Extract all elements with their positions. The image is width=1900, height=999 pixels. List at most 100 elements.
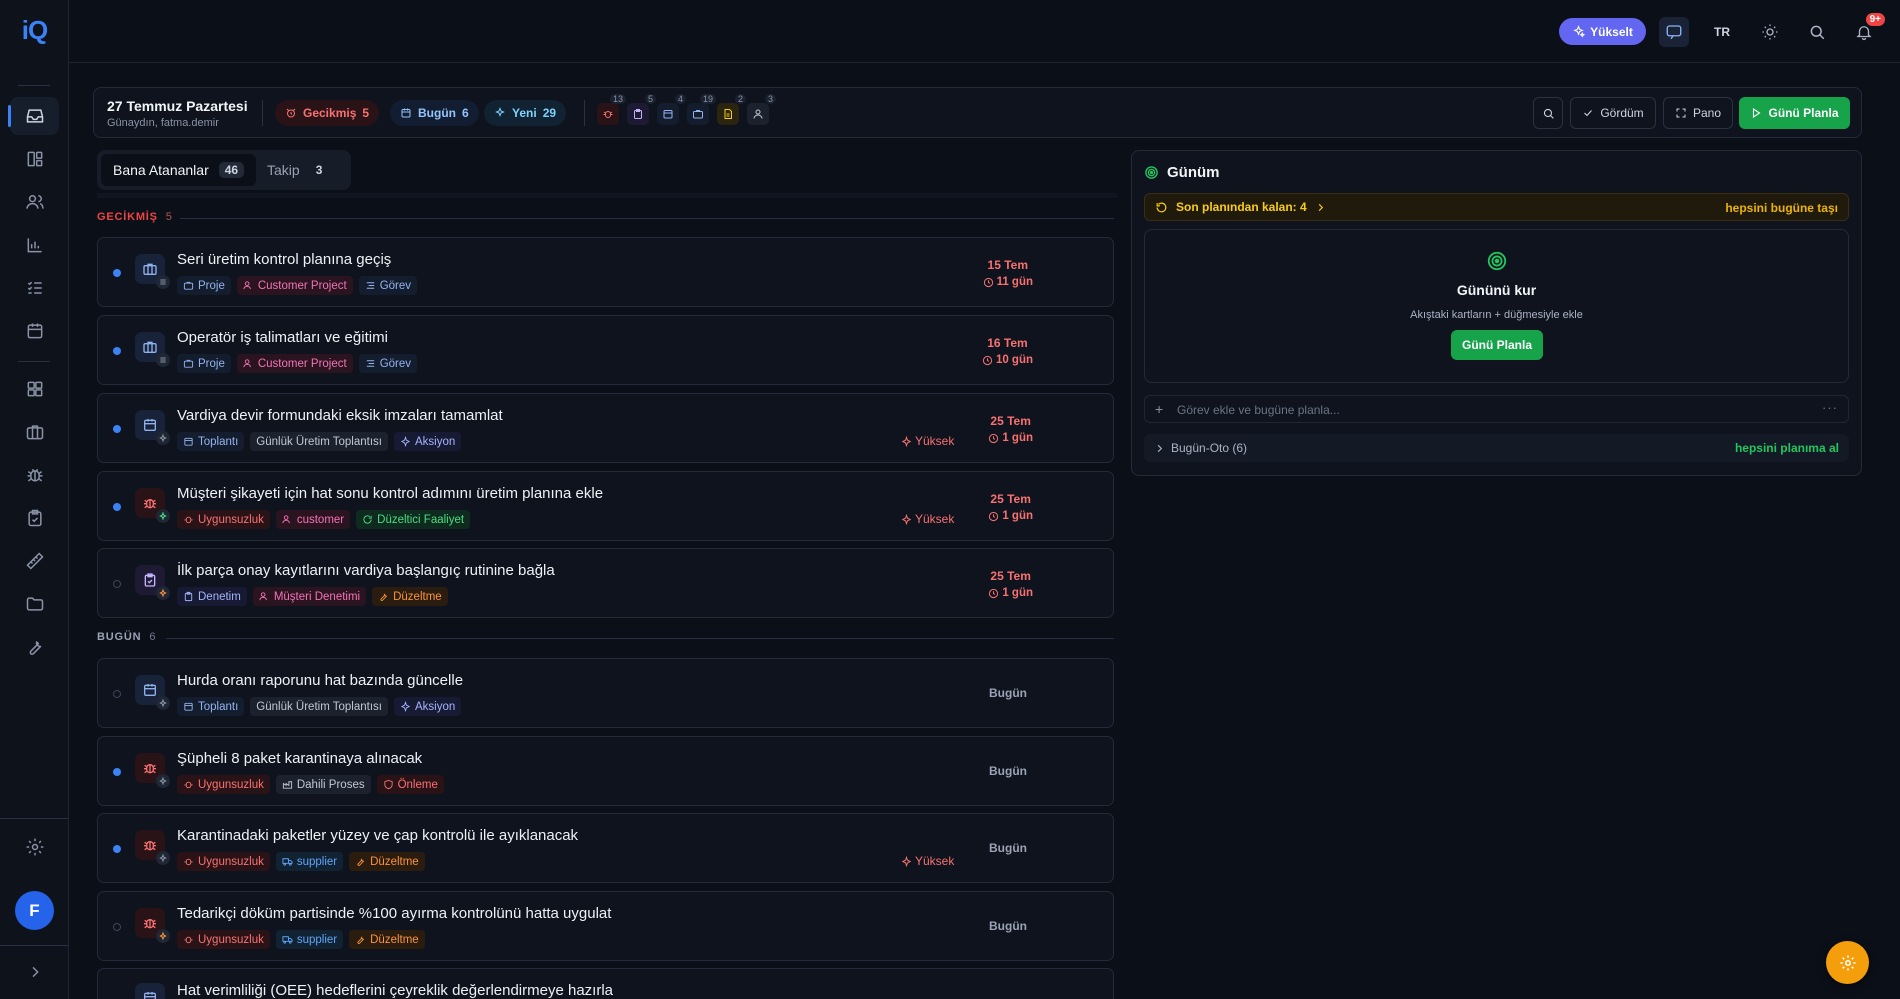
tag-meeting-name[interactable]: Günlük Üretim Toplantısı xyxy=(250,697,388,716)
new-label: Yeni xyxy=(512,106,537,120)
tag-meeting-name[interactable]: Günlük Üretim Toplantısı xyxy=(250,432,388,451)
tag-nonconformity[interactable]: Uygunsuzluk xyxy=(177,852,270,871)
sidebar-item-apps[interactable] xyxy=(10,370,59,408)
tag-project[interactable]: Proje xyxy=(177,276,231,295)
sidebar-item-users[interactable] xyxy=(10,183,59,221)
search-button[interactable] xyxy=(1533,97,1563,129)
chat-icon xyxy=(1666,25,1682,40)
task-card[interactable]: Operatör iş talimatları ve eğitimi Proje… xyxy=(97,315,1114,385)
tab-assigned[interactable]: Bana Atananlar 46 xyxy=(101,154,257,186)
sidebar-item-dashboard[interactable] xyxy=(10,140,59,178)
unread-dot xyxy=(113,347,121,355)
calendar-icon xyxy=(27,323,42,339)
upgrade-button[interactable]: Yükselt xyxy=(1559,18,1646,45)
task-card[interactable]: Müşteri şikayeti için hat sonu kontrol a… xyxy=(97,471,1114,541)
due-label: 16 Tem xyxy=(987,336,1028,350)
sidebar-item-tools[interactable] xyxy=(10,628,59,666)
tag-task[interactable]: Görev xyxy=(358,354,418,373)
task-card[interactable]: Tedarikçi döküm partisinde %100 ayırma k… xyxy=(97,891,1114,961)
board-button[interactable]: Pano xyxy=(1663,97,1733,129)
tag-customer[interactable]: Customer Project xyxy=(236,276,353,295)
chevron-right-icon xyxy=(31,966,39,978)
auto-today-toggle[interactable]: Bugün-Oto (6) xyxy=(1154,441,1247,455)
filter-documents[interactable]: 2 xyxy=(717,94,746,125)
sidebar-item-reports[interactable] xyxy=(10,226,59,264)
tab-label: Takip xyxy=(267,162,300,178)
sidebar-item-inbox[interactable] xyxy=(8,97,59,135)
tag-customer-audit[interactable]: Müşteri Denetimi xyxy=(252,587,367,606)
tag-supplier[interactable]: supplier xyxy=(275,930,344,949)
filter-meetings[interactable]: 4 xyxy=(657,94,686,125)
tag-nonconformity[interactable]: Uygunsuzluk xyxy=(177,930,270,949)
task-card[interactable]: İlk parça onay kayıtlarını vardiya başla… xyxy=(97,548,1114,618)
filter-projects[interactable]: 19 xyxy=(687,94,716,125)
task-card[interactable]: Karantinadaki paketler yüzey ve çap kont… xyxy=(97,813,1114,883)
take-all-to-plan-link[interactable]: hepsini planıma al xyxy=(1735,441,1839,455)
tag-prevention[interactable]: Önleme xyxy=(376,775,444,794)
tag-meeting[interactable]: Toplantı xyxy=(177,697,245,716)
sidebar-item-settings[interactable] xyxy=(10,828,59,866)
sidebar-item-projects[interactable] xyxy=(10,413,59,451)
tag-supplier[interactable]: supplier xyxy=(275,852,344,871)
floating-settings-button[interactable] xyxy=(1826,941,1869,984)
sidebar-item-documents[interactable] xyxy=(10,585,59,623)
tag-customer[interactable]: customer xyxy=(275,510,351,529)
user-avatar[interactable]: F xyxy=(15,891,54,930)
new-filter-pill[interactable]: Yeni 29 xyxy=(484,100,567,126)
chat-button[interactable] xyxy=(1659,17,1689,47)
tag-correction[interactable]: Düzeltme xyxy=(349,930,425,949)
panel-title: Günüm xyxy=(1144,164,1220,181)
add-task-input[interactable] xyxy=(1177,400,1777,420)
sidebar-item-calendar[interactable] xyxy=(10,312,59,350)
filter-nonconformity[interactable]: 13 xyxy=(597,94,626,125)
app-logo[interactable]: iQ xyxy=(0,12,69,48)
tag-customer[interactable]: Customer Project xyxy=(236,354,353,373)
theme-toggle[interactable] xyxy=(1755,17,1785,47)
overdue-filter-pill[interactable]: Gecikmiş 5 xyxy=(275,100,380,126)
sidebar-item-audits[interactable] xyxy=(10,499,59,537)
tag-task[interactable]: Görev xyxy=(358,276,418,295)
move-all-to-today-link[interactable]: hepsini bugüne taşı xyxy=(1725,201,1838,215)
sidebar-item-tasks[interactable] xyxy=(10,269,59,307)
more-icon[interactable]: ··· xyxy=(1822,400,1838,415)
unread-dot xyxy=(113,768,121,776)
task-card[interactable]: Vardiya devir formundaki eksik imzaları … xyxy=(97,393,1114,463)
task-card[interactable]: Hat verimliliği (OEE) hedeflerini çeyrek… xyxy=(97,968,1114,999)
filter-audits[interactable]: 5 xyxy=(627,94,656,125)
sidebar-item-nonconformity[interactable] xyxy=(10,456,59,494)
section-count: 5 xyxy=(165,211,173,223)
tag-audit[interactable]: Denetim xyxy=(177,587,247,606)
task-card[interactable]: Şüpheli 8 paket karantinaya alınacak Uyg… xyxy=(97,736,1114,806)
tag-correction[interactable]: Düzeltme xyxy=(372,587,448,606)
seen-button[interactable]: Gördüm xyxy=(1570,97,1656,129)
task-card[interactable]: Seri üretim kontrol planına geçiş Proje … xyxy=(97,237,1114,307)
tag-nonconformity[interactable]: Uygunsuzluk xyxy=(177,775,270,794)
tag-action[interactable]: Aksiyon xyxy=(393,697,462,716)
filter-people[interactable]: 3 xyxy=(747,94,776,125)
profile-button[interactable] xyxy=(1896,17,1900,47)
tag-project[interactable]: Proje xyxy=(177,354,231,373)
tag-label: Günlük Üretim Toplantısı xyxy=(256,435,382,448)
today-filter-pill[interactable]: Bugün 6 xyxy=(390,100,479,126)
task-card[interactable]: Hurda oranı raporunu hat bazında güncell… xyxy=(97,658,1114,728)
search-button[interactable] xyxy=(1802,17,1832,47)
plan-day-button[interactable]: Günü Planla xyxy=(1739,97,1850,129)
tag-correction[interactable]: Düzeltme xyxy=(349,852,425,871)
tag-internal-process[interactable]: Dahili Proses xyxy=(275,775,371,794)
language-switch[interactable]: TR xyxy=(1707,17,1737,47)
tab-follow[interactable]: Takip 3 xyxy=(255,154,340,186)
sidebar-expand-button[interactable] xyxy=(15,953,54,991)
divider xyxy=(262,100,263,126)
due-date: 25 Tem 1 gün xyxy=(988,569,1033,599)
list-icon xyxy=(156,275,170,289)
leftover-toggle[interactable]: Son planından kalan: 4 xyxy=(1155,200,1326,214)
tag-corrective-action[interactable]: Düzeltici Faaliyet xyxy=(356,510,471,529)
tag-action[interactable]: Aksiyon xyxy=(393,432,462,451)
tag-meeting[interactable]: Toplantı xyxy=(177,432,245,451)
sidebar-item-measurements[interactable] xyxy=(10,542,59,580)
count: 4 xyxy=(674,94,686,104)
plan-day-button[interactable]: Günü Planla xyxy=(1451,330,1543,360)
tag-nonconformity[interactable]: Uygunsuzluk xyxy=(177,510,270,529)
notifications-button[interactable]: 9+ xyxy=(1849,13,1885,47)
nonconformity-type-icon xyxy=(135,753,170,788)
